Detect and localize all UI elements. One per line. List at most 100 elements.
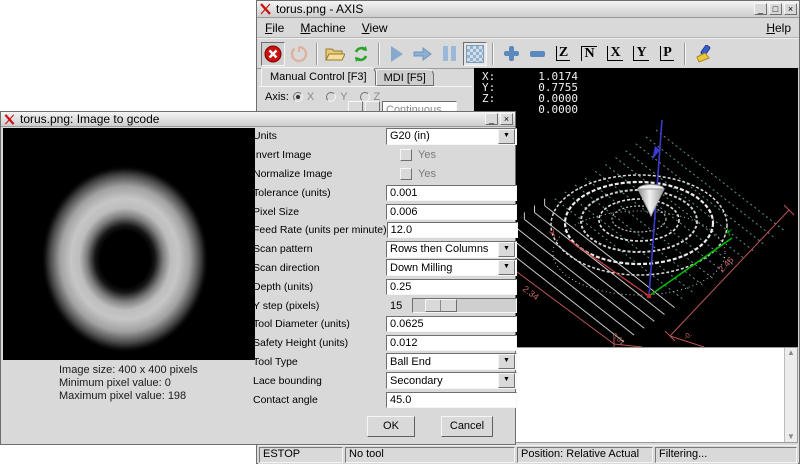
normalize-image-label: Normalize Image xyxy=(253,168,386,180)
stop-icon xyxy=(466,45,484,63)
axis-x-label: X xyxy=(307,91,314,103)
depth-label: Depth (units) xyxy=(253,281,386,293)
reload-button[interactable] xyxy=(349,42,373,66)
menu-machine[interactable]: Machine xyxy=(292,20,353,36)
pause-button[interactable] xyxy=(437,42,461,66)
depth-input[interactable] xyxy=(386,279,517,295)
clear-plot-button[interactable] xyxy=(691,42,715,66)
image-min-text: Minimum pixel value: 0 xyxy=(59,377,198,390)
chevron-down-icon[interactable]: ▼ xyxy=(498,242,515,257)
step-button[interactable] xyxy=(411,42,435,66)
y-step-slider[interactable] xyxy=(412,298,517,313)
axis-app-icon xyxy=(259,3,272,15)
dialog-titlebar[interactable]: torus.png: Image to gcode _ × xyxy=(1,112,515,127)
y-step-value: 15 xyxy=(386,300,412,312)
status-estop: ESTOP xyxy=(259,447,343,463)
view-z-icon: Z xyxy=(556,46,570,61)
chevron-down-icon[interactable]: ▼ xyxy=(498,373,515,388)
units-select[interactable]: G20 (in) ▼ xyxy=(386,128,517,145)
contact-angle-label: Contact angle xyxy=(253,394,386,406)
tolerance-input[interactable] xyxy=(386,185,517,201)
view-z2-icon: N xyxy=(581,46,596,61)
image-to-gcode-dialog: torus.png: Image to gcode _ × Image size… xyxy=(0,111,516,445)
dialog-close-button[interactable]: × xyxy=(500,113,513,125)
invert-image-checkbox[interactable] xyxy=(400,149,412,161)
close-button[interactable]: × xyxy=(784,3,797,15)
invert-image-label: Invert Image xyxy=(253,149,386,161)
tool-type-select[interactable]: Ball End ▼ xyxy=(386,353,517,370)
status-tool: No tool xyxy=(345,447,515,463)
scan-pattern-select[interactable]: Rows then Columns ▼ xyxy=(386,241,517,258)
menubar: File Machine View Help xyxy=(257,18,799,38)
lace-bounding-label: Lace bounding xyxy=(253,375,386,387)
tool-diameter-input[interactable] xyxy=(386,316,517,332)
scroll-up-icon[interactable]: ▲ xyxy=(787,348,795,358)
dialog-minimize-button[interactable]: _ xyxy=(485,113,498,125)
normalize-image-checkbox[interactable] xyxy=(400,168,412,180)
dimension-left: 2.34 xyxy=(521,284,541,303)
slider-handle[interactable] xyxy=(425,299,457,312)
view-p-button[interactable]: P xyxy=(655,42,679,66)
chevron-down-icon[interactable]: ▼ xyxy=(498,129,515,144)
open-file-button[interactable] xyxy=(323,42,347,66)
view-p-icon: P xyxy=(660,46,674,61)
annotation-2: -0. xyxy=(683,331,694,342)
cancel-button[interactable]: Cancel xyxy=(441,416,493,437)
view-z-button[interactable]: Z xyxy=(551,42,575,66)
dialog-title: torus.png: Image to gcode xyxy=(20,112,159,126)
menu-file[interactable]: File xyxy=(257,20,292,36)
window-title: torus.png - AXIS xyxy=(276,2,363,16)
maximize-button[interactable]: □ xyxy=(769,3,782,15)
safety-height-input[interactable] xyxy=(386,335,517,351)
scan-pattern-label: Scan pattern xyxy=(253,243,386,255)
zoom-in-button[interactable] xyxy=(499,42,523,66)
gl-preview[interactable]: 2.34 2.46 Y X xyxy=(474,68,798,347)
origin-marker xyxy=(647,294,651,298)
pixel-size-input[interactable] xyxy=(386,204,517,220)
axis-x-radio[interactable] xyxy=(293,92,303,102)
chevron-down-icon[interactable]: ▼ xyxy=(498,354,515,369)
tool-type-label: Tool Type xyxy=(253,356,386,368)
run-button[interactable] xyxy=(385,42,409,66)
menu-view[interactable]: View xyxy=(354,20,396,36)
scan-direction-select[interactable]: Down Milling ▼ xyxy=(386,259,517,276)
dro-readout: X:1.0174 Y:0.7755 Z:0.0000 0.0000 xyxy=(482,71,578,115)
view-z2-button[interactable]: N xyxy=(577,42,601,66)
feed-rate-label: Feed Rate (units per minute) xyxy=(253,224,387,236)
contact-angle-input[interactable] xyxy=(386,392,517,408)
statusbar: ESTOP No tool Position: Relative Actual … xyxy=(258,445,798,464)
tolerance-label: Tolerance (units) xyxy=(253,187,386,199)
view-x-button[interactable]: X xyxy=(603,42,627,66)
menu-help[interactable]: Help xyxy=(758,20,799,36)
image-preview xyxy=(3,128,255,360)
feed-rate-input[interactable] xyxy=(387,222,518,238)
tool-cone-icon xyxy=(638,189,664,216)
clear-plot-icon xyxy=(693,45,713,63)
minimize-button[interactable]: _ xyxy=(754,3,767,15)
tool-diameter-label: Tool Diameter (units) xyxy=(253,318,386,330)
axis-titlebar[interactable]: torus.png - AXIS _ □ × xyxy=(257,1,799,18)
notebook-tabs: Manual Control [F3] MDI [F5] xyxy=(261,67,434,86)
scrollbar[interactable]: ▲ ▼ xyxy=(784,348,797,442)
step-icon xyxy=(413,46,433,62)
zoom-in-icon xyxy=(504,46,519,61)
lace-bounding-select[interactable]: Secondary ▼ xyxy=(386,372,517,389)
output-pane[interactable]: ▲ ▼ xyxy=(474,347,798,443)
open-folder-icon xyxy=(325,46,345,62)
torus-image xyxy=(3,128,255,360)
machine-power-button[interactable] xyxy=(287,42,311,66)
view-y-button[interactable]: Y xyxy=(629,42,653,66)
tab-manual-control[interactable]: Manual Control [F3] xyxy=(261,67,376,86)
image-max-text: Maximum pixel value: 198 xyxy=(59,390,198,403)
stop-button[interactable] xyxy=(463,42,487,66)
desktop: torus.png - AXIS _ □ × File Machine View… xyxy=(0,0,800,466)
tab-mdi[interactable]: MDI [F5] xyxy=(376,69,434,86)
estop-button[interactable] xyxy=(261,42,285,66)
ok-button[interactable]: OK xyxy=(367,416,415,437)
axis-y-radio[interactable] xyxy=(326,92,336,102)
chevron-down-icon[interactable]: ▼ xyxy=(498,260,515,275)
reload-icon xyxy=(352,45,370,63)
status-filtering: Filtering... xyxy=(655,447,797,463)
zoom-out-button[interactable] xyxy=(525,42,549,66)
scroll-down-icon[interactable]: ▼ xyxy=(787,432,795,442)
